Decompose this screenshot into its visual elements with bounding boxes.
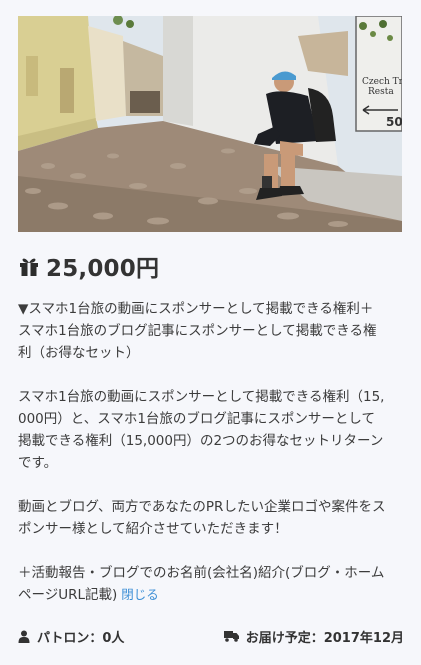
delivery-date: お届け予定：2017年12月: [223, 627, 404, 646]
sign-text-3: 50: [386, 115, 402, 129]
reward-footer: パトロン：0人 お届け予定：2017年12月: [18, 626, 404, 646]
user-icon: [18, 630, 30, 643]
description-paragraph: 動画とブログ、両方であなたのPRしたい企業ロゴや案件をス ポンサー様として紹介さ…: [18, 499, 386, 537]
patron-count-label: パトロン：0人: [37, 630, 125, 646]
description-paragraph: ▼スマホ1台旅の動画にスポンサーとして掲載できる権利＋ スマホ1台旅のブログ記事…: [18, 301, 377, 361]
description-paragraph: スマホ1台旅の動画にスポンサーとして掲載できる権利（15, 000円）と、スマホ…: [18, 389, 385, 471]
description-last-text: ＋活動報告・ブログでのお名前(会社名)紹介(ブログ・ホーム ページURL記載): [18, 565, 385, 603]
close-description-link[interactable]: 閉じる: [121, 587, 159, 602]
sign-text-1: Czech Tr: [362, 77, 402, 87]
truck-icon: [223, 631, 239, 642]
reward-price: 25,000円: [46, 256, 160, 282]
description-paragraph-last: ＋活動報告・ブログでのお名前(会社名)紹介(ブログ・ホーム ページURL記載) 閉…: [18, 562, 404, 606]
reward-card: Czech Tr Resta 50 25,000円 ▼スマホ1台旅の動画にスポン…: [0, 0, 421, 665]
reward-price-row: 25,000円: [18, 250, 159, 282]
sign-text-2: Resta: [368, 87, 394, 97]
patron-count: パトロン：0人: [18, 627, 124, 646]
delivery-date-label: お届け予定：2017年12月: [245, 630, 404, 646]
reward-description: ▼スマホ1台旅の動画にスポンサーとして掲載できる権利＋ スマホ1台旅のブログ記事…: [18, 298, 404, 606]
gift-icon: [20, 258, 38, 276]
reward-image: Czech Tr Resta 50: [18, 16, 402, 232]
